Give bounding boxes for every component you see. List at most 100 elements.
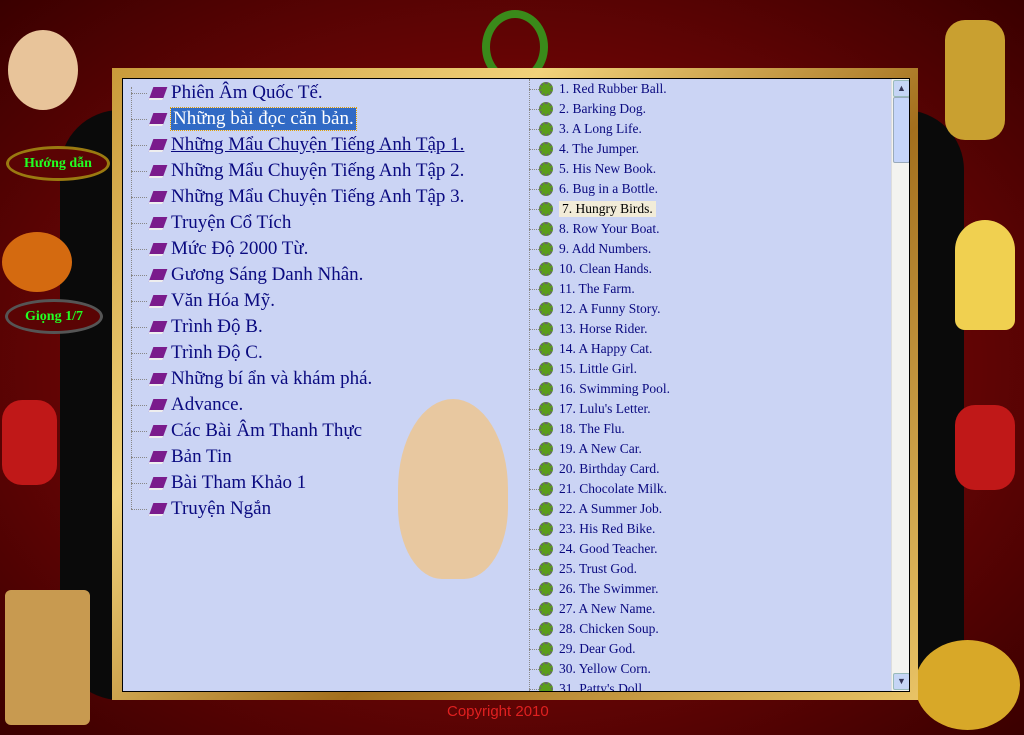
lesson-item[interactable]: 27. A New Name. (527, 599, 670, 619)
category-item[interactable]: Văn Hóa Mỹ. (131, 288, 464, 314)
category-label: Những Mẩu Chuyện Tiếng Anh Tập 3. (171, 186, 465, 207)
mickey-right-image (955, 405, 1015, 490)
lesson-item[interactable]: 30. Yellow Corn. (527, 659, 670, 679)
lesson-icon (539, 162, 553, 176)
lesson-item[interactable]: 29. Dear God. (527, 639, 670, 659)
category-item[interactable]: Những Mẩu Chuyện Tiếng Anh Tập 2. (131, 158, 464, 184)
lesson-label: 15. Little Girl. (559, 361, 637, 376)
lesson-label: 24. Good Teacher. (559, 541, 658, 556)
category-item[interactable]: Truyện Cổ Tích (131, 210, 464, 236)
lesson-item[interactable]: 4. The Jumper. (527, 139, 670, 159)
lesson-item[interactable]: 12. A Funny Story. (527, 299, 670, 319)
lesson-label: 2. Barking Dog. (559, 101, 646, 116)
lesson-item[interactable]: 23. His Red Bike. (527, 519, 670, 539)
lesson-icon (539, 402, 553, 416)
category-label: Những Mẩu Chuyện Tiếng Anh Tập 1. (171, 134, 465, 155)
lesson-item[interactable]: 2. Barking Dog. (527, 99, 670, 119)
books-image (5, 590, 90, 725)
lesson-label: 3. A Long Life. (559, 121, 642, 136)
lesson-item[interactable]: 31. Patty's Doll. (527, 679, 670, 691)
lesson-label: 13. Horse Rider. (559, 321, 648, 336)
lesson-icon (539, 222, 553, 236)
lesson-icon (539, 422, 553, 436)
lesson-item[interactable]: 1. Red Rubber Ball. (527, 79, 670, 99)
scroll-up-button[interactable]: ▲ (893, 80, 909, 97)
lesson-icon (539, 202, 553, 216)
book-icon (148, 320, 168, 334)
lesson-label: 19. A New Car. (559, 441, 642, 456)
lesson-item[interactable]: 5. His New Book. (527, 159, 670, 179)
lesson-item[interactable]: 17. Lulu's Letter. (527, 399, 670, 419)
lesson-icon (539, 522, 553, 536)
lesson-label: 7. Hungry Birds. (559, 201, 656, 217)
lesson-icon (539, 142, 553, 156)
voice-label: Giọng 1/7 (25, 308, 83, 324)
voice-button[interactable]: Giọng 1/7 (5, 299, 103, 334)
lesson-item[interactable]: 15. Little Girl. (527, 359, 670, 379)
lesson-icon (539, 182, 553, 196)
book-icon (148, 450, 168, 464)
lesson-item[interactable]: 28. Chicken Soup. (527, 619, 670, 639)
lesson-label: 25. Trust God. (559, 561, 638, 576)
category-item[interactable]: Phiên Âm Quốc Tế. (131, 80, 464, 106)
category-item[interactable]: Mức Độ 2000 Từ. (131, 236, 464, 262)
vertical-scrollbar[interactable]: ▲ ▼ (891, 79, 909, 691)
category-label: Văn Hóa Mỹ. (171, 290, 275, 311)
lesson-label: 27. A New Name. (559, 601, 656, 616)
lesson-label: 18. The Flu. (559, 421, 625, 436)
category-item[interactable]: Những Mẩu Chuyện Tiếng Anh Tập 1. (131, 132, 464, 158)
category-label: Gương Sáng Danh Nhân. (171, 264, 364, 285)
lesson-item[interactable]: 3. A Long Life. (527, 119, 670, 139)
lesson-label: 30. Yellow Corn. (559, 661, 651, 676)
scroll-thumb[interactable] (893, 97, 909, 163)
category-label: Truyện Cổ Tích (171, 212, 292, 233)
lesson-icon (539, 582, 553, 596)
category-item[interactable]: Trình Độ C. (131, 340, 464, 366)
guide-button[interactable]: Hướng dẫn (6, 146, 110, 181)
category-item[interactable]: Advance. (131, 392, 464, 418)
lesson-item[interactable]: 9. Add Numbers. (527, 239, 670, 259)
lesson-icon (539, 662, 553, 676)
lesson-item[interactable]: 11. The Farm. (527, 279, 670, 299)
lesson-item[interactable]: 26. The Swimmer. (527, 579, 670, 599)
lesson-label: 6. Bug in a Bottle. (559, 181, 658, 196)
lesson-item[interactable]: 16. Swimming Pool. (527, 379, 670, 399)
category-item[interactable]: Những Mẩu Chuyện Tiếng Anh Tập 3. (131, 184, 464, 210)
lesson-icon (539, 482, 553, 496)
lesson-icon (539, 322, 553, 336)
book-icon (148, 398, 168, 412)
lesson-label: 20. Birthday Card. (559, 461, 660, 476)
category-item[interactable]: Trình Độ B. (131, 314, 464, 340)
lesson-label: 10. Clean Hands. (559, 261, 652, 276)
lesson-item[interactable]: 20. Birthday Card. (527, 459, 670, 479)
snow-white-image (955, 220, 1015, 330)
lesson-item[interactable]: 14. A Happy Cat. (527, 339, 670, 359)
book-icon (148, 268, 168, 282)
lesson-item[interactable]: 21. Chocolate Milk. (527, 479, 670, 499)
category-item[interactable]: Gương Sáng Danh Nhân. (131, 262, 464, 288)
lesson-item[interactable]: 24. Good Teacher. (527, 539, 670, 559)
category-label: Bản Tin (171, 446, 232, 467)
category-label: Phiên Âm Quốc Tế. (171, 82, 323, 103)
lesson-item[interactable]: 10. Clean Hands. (527, 259, 670, 279)
lesson-label: 5. His New Book. (559, 161, 657, 176)
lesson-item[interactable]: 13. Horse Rider. (527, 319, 670, 339)
category-label: Các Bài Âm Thanh Thực (171, 420, 363, 441)
lesson-icon (539, 442, 553, 456)
book-icon (148, 294, 168, 308)
lesson-item[interactable]: 19. A New Car. (527, 439, 670, 459)
lesson-item[interactable]: 7. Hungry Birds. (527, 199, 670, 219)
category-item[interactable]: Những bí ẩn và khám phá. (131, 366, 464, 392)
scroll-down-button[interactable]: ▼ (893, 673, 909, 690)
lesson-item[interactable]: 8. Row Your Boat. (527, 219, 670, 239)
lesson-item[interactable]: 22. A Summer Job. (527, 499, 670, 519)
category-label: Advance. (171, 394, 244, 415)
mickey-left-image (2, 400, 57, 485)
lesson-label: 23. His Red Bike. (559, 521, 656, 536)
category-item[interactable]: Những bài đọc căn bản. (131, 106, 464, 132)
lesson-item[interactable]: 25. Trust God. (527, 559, 670, 579)
lesson-icon (539, 542, 553, 556)
lesson-item[interactable]: 18. The Flu. (527, 419, 670, 439)
lesson-label: 29. Dear God. (559, 641, 636, 656)
lesson-item[interactable]: 6. Bug in a Bottle. (527, 179, 670, 199)
